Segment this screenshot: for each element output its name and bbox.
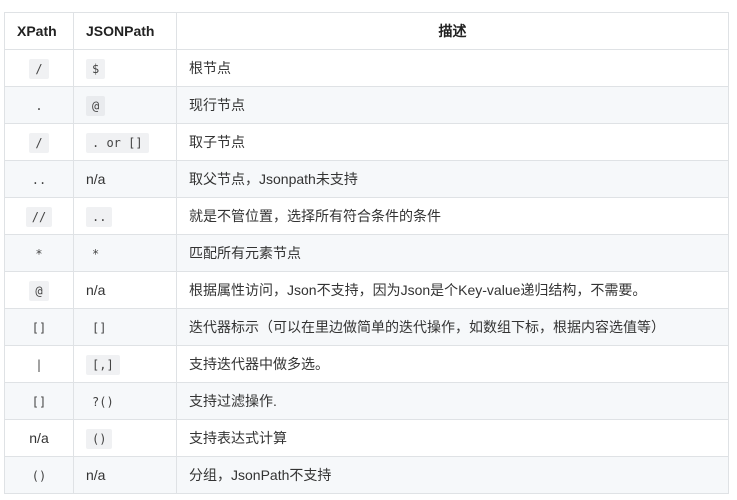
table-row: / . or [] 取子节点 (4, 123, 729, 161)
xpath-cell: // (4, 197, 74, 235)
header-description: 描述 (176, 12, 729, 50)
xpath-cell: | (4, 345, 74, 383)
description-cell: 就是不管位置，选择所有符合条件的条件 (176, 197, 729, 235)
description-cell: 支持迭代器中做多选。 (176, 345, 729, 383)
table-row: @ n/a 根据属性访问，Json不支持，因为Json是个Key-value递归结构… (4, 271, 729, 309)
description-cell: 迭代器标示（可以在里边做简单的迭代操作，如数组下标，根据内容选值等） (176, 308, 729, 346)
xpath-cell: () (4, 456, 74, 494)
table-row: [] [] 迭代器标示（可以在里边做简单的迭代操作，如数组下标，根据内容选值等） (4, 308, 729, 346)
table-body: / $ 根节点. @ 现行节点 / . or [] 取子节点.. n/a 取父节点，Jsonpat… (4, 49, 729, 494)
xpath-cell: * (4, 234, 74, 272)
xpath-value: .. (31, 173, 47, 187)
description-cell: 支持过滤操作. (176, 382, 729, 420)
table-row: () n/a 分组，JsonPath不支持 (4, 456, 729, 494)
table-row: * * 匹配所有元素节点 (4, 234, 729, 272)
xpath-value: [] (31, 321, 47, 335)
xpath-cell: / (4, 49, 74, 87)
description-cell: 取父节点，Jsonpath未支持 (176, 160, 729, 198)
xpath-value: / (29, 133, 49, 153)
jsonpath-cell: [] (73, 308, 177, 346)
table-row: .. n/a 取父节点，Jsonpath未支持 (4, 160, 729, 198)
jsonpath-value: . or [] (86, 133, 149, 153)
description-cell: 现行节点 (176, 86, 729, 124)
description-cell: 匹配所有元素节点 (176, 234, 729, 272)
jsonpath-cell: ?() (73, 382, 177, 420)
table-row: //.. 就是不管位置，选择所有符合条件的条件 (4, 197, 729, 235)
table-row: | [,] 支持迭代器中做多选。 (4, 345, 729, 383)
jsonpath-cell: () (73, 419, 177, 457)
jsonpath-value: .. (86, 207, 113, 227)
jsonpath-value: n/a (86, 171, 106, 187)
xpath-cell: / (4, 123, 74, 161)
jsonpath-cell: n/a (73, 160, 177, 198)
jsonpath-cell: . or [] (73, 123, 177, 161)
jsonpath-value: ?() (92, 395, 114, 409)
jsonpath-value: n/a (86, 282, 106, 298)
jsonpath-value: @ (86, 96, 106, 116)
table-row: / $ 根节点 (4, 49, 729, 87)
xpath-cell: n/a (4, 419, 74, 457)
xpath-value: n/a (29, 430, 49, 446)
description-cell: 支持表达式计算 (176, 419, 729, 457)
jsonpath-value: n/a (86, 467, 106, 483)
jsonpath-value: * (92, 247, 100, 261)
header-jsonpath: JSONPath (73, 12, 177, 50)
xpath-value: () (31, 469, 47, 483)
xpath-cell: [] (4, 382, 74, 420)
xpath-value: / (29, 59, 49, 79)
xpath-value: @ (29, 281, 49, 301)
jsonpath-cell: * (73, 234, 177, 272)
xpath-value: * (35, 247, 43, 261)
jsonpath-cell: n/a (73, 456, 177, 494)
jsonpath-cell: n/a (73, 271, 177, 309)
header-xpath: XPath (4, 12, 74, 50)
xpath-value: [] (31, 395, 47, 409)
table-row: . @ 现行节点 (4, 86, 729, 124)
xpath-value: | (35, 358, 43, 372)
description-cell: 分组，JsonPath不支持 (176, 456, 729, 494)
xpath-value: . (35, 99, 43, 113)
table-row: [] ?() 支持过滤操作. (4, 382, 729, 420)
jsonpath-cell: @ (73, 86, 177, 124)
description-cell: 取子节点 (176, 123, 729, 161)
table-row: n/a () 支持表达式计算 (4, 419, 729, 457)
description-cell: 根据属性访问，Json不支持，因为Json是个Key-value递归结构，不需要… (176, 271, 729, 309)
jsonpath-cell: $ (73, 49, 177, 87)
jsonpath-value: [,] (86, 355, 120, 375)
header-row: XPath JSONPath 描述 (4, 12, 729, 50)
jsonpath-value: () (86, 429, 113, 449)
xpath-jsonpath-comparison-table: XPath JSONPath 描述 / $ 根节点. @ 现行节点 / . or [] 取子节… (4, 12, 729, 494)
xpath-cell: .. (4, 160, 74, 198)
xpath-value: // (25, 207, 53, 227)
jsonpath-cell: [,] (73, 345, 177, 383)
description-cell: 根节点 (176, 49, 729, 87)
xpath-cell: @ (4, 271, 74, 309)
jsonpath-value: $ (86, 59, 106, 79)
xpath-cell: [] (4, 308, 74, 346)
jsonpath-cell: .. (73, 197, 177, 235)
xpath-cell: . (4, 86, 74, 124)
jsonpath-value: [] (92, 321, 107, 335)
